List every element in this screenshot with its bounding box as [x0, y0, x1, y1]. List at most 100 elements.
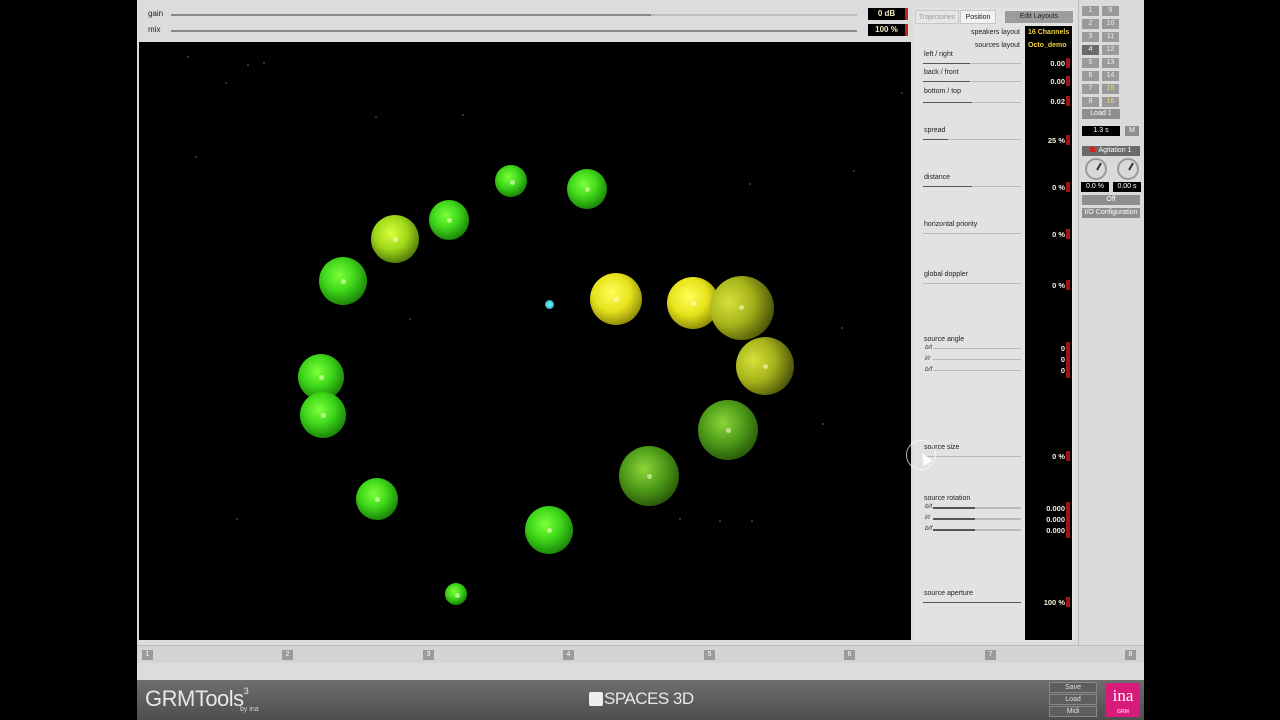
sources-layout-value[interactable]: Octo_demo	[1028, 42, 1067, 49]
preset-button[interactable]: 6	[1082, 71, 1099, 81]
distance-value[interactable]: 0 %	[1025, 183, 1065, 192]
agitation-time-knob[interactable]	[1117, 158, 1139, 180]
preset-button[interactable]: 8	[1082, 97, 1099, 107]
preset-button[interactable]: 11	[1102, 32, 1119, 42]
preset-button[interactable]: 10	[1102, 19, 1119, 29]
save-button[interactable]: Save	[1049, 682, 1097, 693]
ruler-tick[interactable]: 6	[844, 650, 855, 660]
io-configuration-button[interactable]: I/O Configuration	[1082, 208, 1140, 218]
spread-value[interactable]: 25 %	[1025, 136, 1065, 145]
source-rotation-lr-slider[interactable]	[933, 518, 1021, 520]
gain-slider[interactable]	[171, 14, 857, 16]
preset-button[interactable]: 1	[1082, 6, 1099, 16]
preset-button[interactable]: 16	[1102, 97, 1119, 107]
distance-slider[interactable]	[923, 186, 1021, 187]
listener-point[interactable]	[545, 300, 554, 309]
left-right-value[interactable]: 0.00	[1025, 59, 1065, 68]
source-sphere[interactable]	[710, 276, 774, 340]
agitation-button[interactable]: Agitation 1	[1082, 146, 1140, 156]
spread-slider[interactable]	[923, 139, 1021, 140]
source-angle-bf-slider[interactable]	[933, 370, 1021, 371]
source-rotation-lr-value[interactable]: 0.000	[1025, 515, 1065, 524]
source-aperture-value[interactable]: 100 %	[1025, 598, 1065, 607]
off-button[interactable]: Off	[1082, 195, 1140, 205]
timeline-ruler[interactable]: 1 2 3 4 5 6 7 8	[137, 645, 1144, 663]
interpolation-time-value[interactable]: 1.3 s	[1082, 126, 1120, 136]
source-sphere[interactable]	[495, 165, 527, 197]
ruler-tick[interactable]: 3	[423, 650, 434, 660]
preset-button[interactable]: 7	[1082, 84, 1099, 94]
source-size-value[interactable]: 0 %	[1025, 452, 1065, 461]
load-button[interactable]: Load	[1049, 694, 1097, 705]
source-sphere[interactable]	[429, 200, 469, 240]
speakers-layout-value[interactable]: 16 Channels	[1028, 29, 1069, 36]
ruler-tick[interactable]: 2	[282, 650, 293, 660]
source-aperture-slider[interactable]	[923, 602, 1021, 603]
source-sphere[interactable]	[590, 273, 642, 325]
source-rotation-bf-slider[interactable]	[933, 529, 1021, 531]
source-sphere[interactable]	[319, 257, 367, 305]
preset-button[interactable]: 15	[1102, 84, 1119, 94]
preset-button[interactable]: 5	[1082, 58, 1099, 68]
source-angle-bf-value[interactable]: 0	[1025, 366, 1065, 375]
source-sphere[interactable]	[356, 478, 398, 520]
gain-value[interactable]: 0 dB	[868, 8, 908, 20]
source-sphere[interactable]	[525, 506, 573, 554]
midi-button[interactable]: Midi	[1049, 706, 1097, 717]
horizontal-priority-slider[interactable]	[923, 233, 1021, 234]
horizontal-priority-meter	[1066, 229, 1070, 239]
source-rotation-meter	[1066, 502, 1070, 538]
ruler-tick[interactable]: 5	[704, 650, 715, 660]
preset-button[interactable]: 13	[1102, 58, 1119, 68]
source-angle-bt-value[interactable]: 0	[1025, 344, 1065, 353]
source-sphere[interactable]	[698, 400, 758, 460]
preset-button[interactable]: 2	[1082, 19, 1099, 29]
edit-layouts-button[interactable]: Edit Layouts	[1005, 11, 1073, 23]
agitation-time-value[interactable]: 0.00 s	[1113, 182, 1141, 192]
mix-slider[interactable]	[171, 30, 857, 32]
ruler-tick[interactable]: 8	[1125, 650, 1136, 660]
spread-label: spread	[924, 127, 946, 134]
source-size-slider[interactable]	[923, 456, 1021, 457]
ruler-tick[interactable]: 1	[142, 650, 153, 660]
m-button[interactable]: M	[1125, 126, 1139, 136]
agitation-led-icon	[1090, 147, 1096, 152]
tab-trajectories[interactable]: Trajectories	[915, 10, 959, 24]
preset-button[interactable]: 14	[1102, 71, 1119, 81]
global-doppler-slider[interactable]	[923, 283, 1021, 284]
brand-logo: GRMTools3	[145, 686, 249, 712]
preset-button[interactable]: 12	[1102, 45, 1119, 55]
spatial-viewport[interactable]	[139, 42, 911, 640]
source-sphere[interactable]	[567, 169, 607, 209]
left-right-slider[interactable]	[923, 63, 1021, 64]
tab-position[interactable]: Position	[960, 10, 996, 24]
back-front-value[interactable]: 0.00	[1025, 77, 1065, 86]
bottom-top-slider[interactable]	[923, 102, 1021, 103]
load-preset-button[interactable]: Load 1	[1082, 109, 1120, 119]
source-sphere[interactable]	[736, 337, 794, 395]
source-rotation-bt-slider[interactable]	[933, 507, 1021, 509]
global-doppler-value[interactable]: 0 %	[1025, 281, 1065, 290]
mix-label: mix	[148, 25, 161, 34]
source-angle-lr-value[interactable]: 0	[1025, 355, 1065, 364]
source-angle-lr-slider[interactable]	[933, 359, 1021, 360]
mix-row: mix 100 %	[137, 23, 912, 39]
source-sphere[interactable]	[300, 392, 346, 438]
agitation-amount-knob[interactable]	[1085, 158, 1107, 180]
source-sphere[interactable]	[619, 446, 679, 506]
source-sphere[interactable]	[371, 215, 419, 263]
preset-button-selected[interactable]: 4	[1082, 45, 1099, 55]
preset-button[interactable]: 3	[1082, 32, 1099, 42]
ruler-tick[interactable]: 7	[985, 650, 996, 660]
source-sphere[interactable]	[445, 583, 467, 605]
source-rotation-bf-value[interactable]: 0.000	[1025, 526, 1065, 535]
horizontal-priority-value[interactable]: 0 %	[1025, 230, 1065, 239]
agitation-amount-value[interactable]: 0.0 %	[1081, 182, 1109, 192]
back-front-slider[interactable]	[923, 81, 1021, 82]
source-rotation-bt-value[interactable]: 0.000	[1025, 504, 1065, 513]
ruler-tick[interactable]: 4	[563, 650, 574, 660]
preset-button[interactable]: 9	[1102, 6, 1119, 16]
mix-value[interactable]: 100 %	[868, 24, 908, 36]
bottom-top-value[interactable]: 0.02	[1025, 97, 1065, 106]
source-angle-bt-slider[interactable]	[933, 348, 1021, 349]
